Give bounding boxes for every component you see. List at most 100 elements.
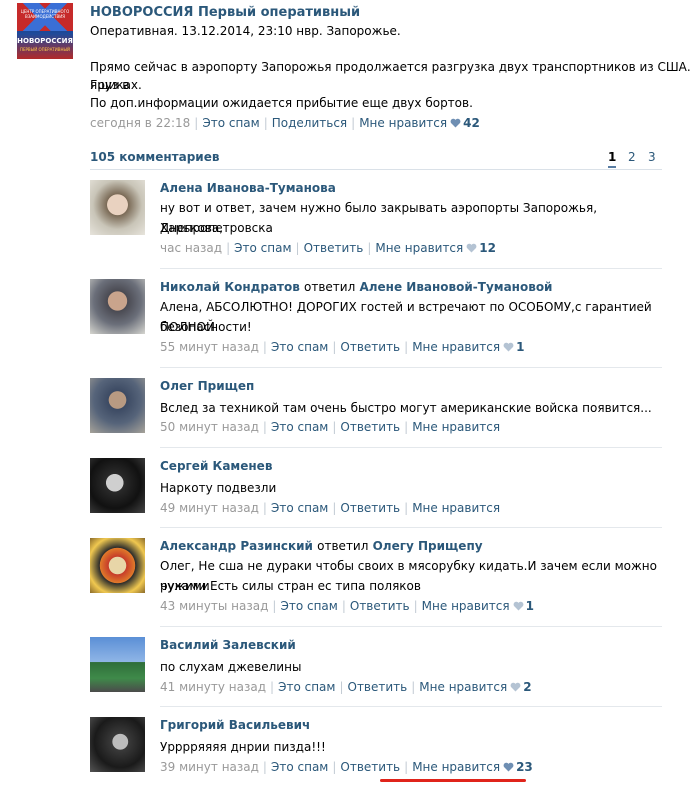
- comment-timestamp[interactable]: 39 минут назад: [160, 760, 259, 774]
- separator: |: [351, 116, 356, 130]
- separator: |: [404, 420, 409, 434]
- comment-reply-link[interactable]: Ответить: [340, 420, 400, 434]
- comment-like-button[interactable]: Мне нравится 1: [422, 599, 534, 613]
- comment-timestamp[interactable]: час назад: [160, 241, 222, 255]
- comment-text-line: Урррряяяя днрии пизда!!!: [160, 740, 326, 754]
- comment-like-label: Мне нравится: [419, 680, 508, 694]
- post-share-link[interactable]: Поделиться: [272, 116, 347, 130]
- comment-reply-link[interactable]: Ответить: [350, 599, 410, 613]
- comment-author-link[interactable]: Василий Залевский: [160, 638, 296, 652]
- comment-timestamp[interactable]: 49 минут назад: [160, 501, 259, 515]
- post-like-label: Мне нравится: [359, 116, 448, 130]
- comment-meta-bar: 43 минуты назад | Это спам | Ответить | Мне нр…: [160, 599, 534, 613]
- comment-text-line: Наркоту подвезли: [160, 481, 277, 495]
- comment-text-line: руками.Есть силы стран ес типа поляков: [160, 579, 421, 593]
- comment-timestamp[interactable]: 43 минуты назад: [160, 599, 268, 613]
- comment-spam-link[interactable]: Это спам: [271, 340, 328, 354]
- separator: |: [413, 599, 418, 613]
- comment-like-button[interactable]: Мне нравится 1: [412, 340, 524, 354]
- group-avatar[interactable]: ЦЕНТР ОПЕРАТИВНОГО ВЗАИМОДЕЙСТВИЯ НОВОРО…: [17, 3, 73, 59]
- comment-timestamp[interactable]: 41 минуту назад: [160, 680, 266, 694]
- heart-icon: [503, 342, 514, 352]
- comment-author-link[interactable]: Григорий Васильевич: [160, 718, 310, 732]
- comment-meta-bar: 39 минут назад | Это спам | Ответить | Мне нра…: [160, 760, 533, 774]
- divider: [160, 447, 662, 448]
- comment-spam-link[interactable]: Это спам: [234, 241, 291, 255]
- page-link-1[interactable]: 1: [608, 150, 617, 168]
- page-link-2[interactable]: 2: [628, 150, 636, 164]
- comment-spam-link[interactable]: Это спам: [271, 420, 328, 434]
- avatar[interactable]: [90, 180, 145, 235]
- page-link-3[interactable]: 3: [648, 150, 656, 164]
- post-like-button[interactable]: Мне нравится 42: [359, 116, 480, 130]
- comment-meta-bar: 41 минуту назад | Это спам | Ответить | Мне нр…: [160, 680, 532, 694]
- reply-word: ответил: [317, 539, 369, 553]
- separator: |: [263, 116, 268, 130]
- separator: |: [332, 420, 337, 434]
- comment-author-link[interactable]: Алена Иванова-Туманова: [160, 181, 336, 195]
- avatar[interactable]: [90, 637, 145, 692]
- comment-text-line: Вслед за техникой там очень быстро могут…: [160, 401, 652, 415]
- separator: |: [332, 501, 337, 515]
- comment-like-count: 1: [525, 599, 534, 613]
- comment-spam-link[interactable]: Это спам: [278, 680, 335, 694]
- avatar[interactable]: [90, 717, 145, 772]
- separator: |: [404, 340, 409, 354]
- comments-count-header[interactable]: 105 комментариев: [90, 150, 219, 164]
- separator: |: [404, 501, 409, 515]
- comment-reply-link[interactable]: Ответить: [340, 501, 400, 515]
- comment-timestamp[interactable]: 55 минут назад: [160, 340, 259, 354]
- avatar[interactable]: [90, 538, 145, 593]
- divider: [160, 706, 662, 707]
- comment-spam-link[interactable]: Это спам: [280, 599, 337, 613]
- post-author-link[interactable]: НОВОРОССИЯ Первый оперативный: [90, 5, 360, 20]
- comment-author-link[interactable]: Александр Разинский: [160, 539, 313, 553]
- comment-text-line: Днепропетровска: [160, 221, 273, 235]
- comment-author-link[interactable]: Олег Прищеп: [160, 379, 254, 393]
- comment-meta-bar: 55 минут назад | Это спам | Ответить | Мне нра…: [160, 340, 524, 354]
- comment-timestamp[interactable]: 50 минут назад: [160, 420, 259, 434]
- separator: |: [272, 599, 277, 613]
- comment-like-button[interactable]: Мне нравится: [412, 501, 500, 515]
- comment-like-button[interactable]: Мне нравится 2: [419, 680, 531, 694]
- comment-spam-link[interactable]: Это спам: [271, 760, 328, 774]
- separator: |: [295, 241, 300, 255]
- comment-reply-link[interactable]: Ответить: [304, 241, 364, 255]
- separator: |: [226, 241, 231, 255]
- post-text-line: ящиках.: [90, 78, 142, 92]
- comment-reply-link[interactable]: Ответить: [348, 680, 408, 694]
- post-like-count: 42: [463, 116, 480, 130]
- reply-to-link[interactable]: Алене Ивановой-Тумановой: [359, 280, 552, 294]
- comment-like-label: Мне нравится: [421, 599, 510, 613]
- separator: |: [262, 420, 267, 434]
- comment-meta-bar: 50 минут назад | Это спам | Ответить | Мне нра…: [160, 420, 500, 434]
- red-highlight-underline: [380, 779, 526, 782]
- separator: |: [262, 340, 267, 354]
- comment-text-line: по слухам джевелины: [160, 660, 302, 674]
- comment-text-line: безопасности!: [160, 320, 252, 334]
- comment-author-link[interactable]: Николай Кондратов: [160, 280, 300, 294]
- comment-like-button[interactable]: Мне нравится 23: [412, 760, 533, 774]
- divider: [160, 268, 662, 269]
- comment-like-button[interactable]: Мне нравится 12: [375, 241, 496, 255]
- post-timestamp[interactable]: сегодня в 22:18: [90, 116, 190, 130]
- separator: |: [262, 760, 267, 774]
- avatar[interactable]: [90, 279, 145, 334]
- comment-reply-link[interactable]: Ответить: [340, 760, 400, 774]
- comment-author-link[interactable]: Сергей Каменев: [160, 459, 272, 473]
- comment-reply-link[interactable]: Ответить: [340, 340, 400, 354]
- heart-icon: [466, 243, 477, 253]
- comment-like-count: 23: [516, 760, 533, 774]
- separator: |: [270, 680, 275, 694]
- separator: |: [367, 241, 372, 255]
- avatar[interactable]: [90, 458, 145, 513]
- heart-icon: [450, 118, 461, 128]
- separator: |: [404, 760, 409, 774]
- comment-like-button[interactable]: Мне нравится: [412, 420, 500, 434]
- heart-icon: [513, 601, 523, 611]
- post-spam-link[interactable]: Это спам: [202, 116, 259, 130]
- avatar[interactable]: [90, 378, 145, 433]
- reply-to-link[interactable]: Олегу Прищепу: [373, 539, 483, 553]
- comment-spam-link[interactable]: Это спам: [271, 501, 328, 515]
- reply-word: ответил: [304, 280, 356, 294]
